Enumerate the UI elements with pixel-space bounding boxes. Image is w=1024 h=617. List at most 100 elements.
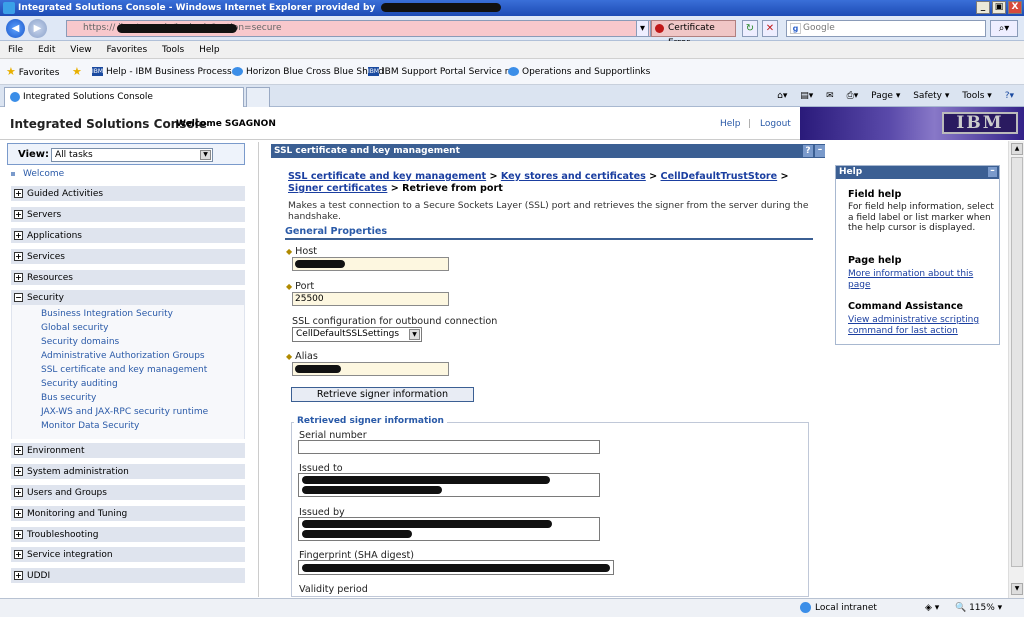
back-icon[interactable]: ◀: [6, 19, 25, 38]
protected-mode-icon[interactable]: ◈ ▾: [925, 599, 939, 617]
nav-group-services[interactable]: + Services: [11, 249, 245, 265]
search-placeholder: Google: [803, 23, 835, 33]
fav-link-ibm-support[interactable]: IBM IBM Support Portal Service r...: [368, 59, 516, 85]
nav-group-label: Services: [27, 252, 65, 262]
view-select[interactable]: All tasks ▼: [51, 148, 213, 162]
nav-item-ssl-certificate[interactable]: SSL certificate and key management: [41, 365, 207, 375]
main-panel: SSL certificate and key management ? – S…: [258, 142, 828, 597]
close-window-button[interactable]: X: [1008, 1, 1022, 14]
stop-icon[interactable]: ✕: [762, 20, 778, 37]
nav-group-label: UDDI: [27, 571, 51, 581]
zoom-level[interactable]: 🔍 115% ▾: [955, 599, 1002, 617]
help-pane-title: Help: [839, 167, 863, 177]
fav-link-ibm-help[interactable]: IBM Help - IBM Business Process...: [92, 59, 240, 85]
menu-file[interactable]: File: [8, 45, 23, 55]
scroll-up-icon[interactable]: ▲: [1011, 143, 1023, 155]
new-tab-button[interactable]: [246, 87, 270, 107]
add-favorite-icon[interactable]: ★: [72, 59, 82, 86]
url-dropdown-icon[interactable]: ▾: [636, 20, 649, 37]
retrieve-signer-button[interactable]: Retrieve signer information: [291, 387, 474, 402]
nav-group-applications[interactable]: + Applications: [11, 228, 245, 244]
mail-icon[interactable]: ✉: [826, 91, 834, 101]
menu-help[interactable]: Help: [199, 45, 220, 55]
favorites-button[interactable]: ★ Favorites: [6, 59, 59, 86]
nav-item-security-domains[interactable]: Security domains: [41, 337, 119, 347]
nav-item-admin-authorization-groups[interactable]: Administrative Authorization Groups: [41, 351, 205, 361]
forward-icon[interactable]: ▶: [28, 19, 47, 38]
refresh-icon[interactable]: ↻: [742, 20, 758, 37]
nav-group-guided-activities[interactable]: + Guided Activities: [11, 186, 245, 202]
certificate-error-button[interactable]: Certificate Error: [651, 20, 736, 48]
window-title: Integrated Solutions Console - Windows I…: [18, 3, 376, 13]
safety-menu[interactable]: Safety ▾: [913, 91, 949, 101]
fingerprint-field: [298, 560, 614, 575]
required-icon: ◆: [286, 352, 293, 361]
expand-icon: +: [14, 210, 23, 219]
redacted-issued-to: [302, 476, 550, 484]
nav-item-bus-security[interactable]: Bus security: [41, 393, 96, 403]
vertical-scrollbar[interactable]: ▲ ▼: [1008, 141, 1024, 598]
scroll-down-icon[interactable]: ▼: [1011, 583, 1023, 595]
nav-group-uddi[interactable]: + UDDI: [11, 568, 245, 584]
expand-icon: +: [14, 550, 23, 559]
nav-welcome-link[interactable]: Welcome: [11, 169, 64, 179]
nav-group-security[interactable]: − Security: [11, 290, 245, 306]
crumb-trust-store[interactable]: CellDefaultTrustStore: [661, 171, 778, 182]
expand-icon: +: [14, 509, 23, 518]
nav-item-monitor-data-security[interactable]: Monitor Data Security: [41, 421, 139, 431]
help-icon[interactable]: ?▾: [1005, 91, 1014, 101]
crumb-ssl-management[interactable]: SSL certificate and key management: [288, 171, 486, 182]
print-icon[interactable]: ⎙▾: [847, 91, 859, 101]
port-input[interactable]: 25500: [292, 292, 449, 306]
crumb-separator: >: [645, 171, 661, 182]
crumb-key-stores[interactable]: Key stores and certificates: [501, 171, 646, 182]
fav-link-horizon[interactable]: Horizon Blue Cross Blue Shield: [232, 59, 384, 85]
home-icon[interactable]: ⌂▾: [777, 91, 787, 101]
nav-item-business-integration-security[interactable]: Business Integration Security: [41, 309, 173, 319]
menu-view[interactable]: View: [70, 45, 91, 55]
nav-item-global-security[interactable]: Global security: [41, 323, 109, 333]
collapse-icon: −: [14, 293, 23, 302]
nav-item-jaxws-security[interactable]: JAX-WS and JAX-RPC security runtime: [41, 407, 208, 417]
feeds-icon[interactable]: ▤▾: [800, 91, 813, 101]
panel-header: SSL certificate and key management ? –: [271, 144, 825, 158]
nav-group-service-integration[interactable]: + Service integration: [11, 547, 245, 563]
menu-favorites[interactable]: Favorites: [106, 45, 147, 55]
help-minimize-icon[interactable]: –: [988, 167, 997, 177]
header-help-link[interactable]: Help: [720, 119, 741, 129]
panel-help-icon[interactable]: ?: [803, 145, 813, 157]
nav-group-monitoring-and-tuning[interactable]: + Monitoring and Tuning: [11, 506, 245, 522]
logout-link[interactable]: Logout: [760, 119, 791, 129]
search-input[interactable]: g Google: [786, 20, 986, 37]
url-input[interactable]: https:// ibm/console/login.do?action=sec…: [66, 20, 651, 37]
ssl-config-select[interactable]: CellDefaultSSLSettings ▼: [292, 327, 422, 342]
tab-integrated-solutions-console[interactable]: Integrated Solutions Console: [4, 87, 244, 107]
menu-tools[interactable]: Tools: [162, 45, 184, 55]
nav-group-servers[interactable]: + Servers: [11, 207, 245, 223]
nav-group-users-and-groups[interactable]: + Users and Groups: [11, 485, 245, 501]
crumb-signer-certificates[interactable]: Signer certificates: [288, 183, 387, 194]
maximize-button[interactable]: ▣: [992, 1, 1006, 14]
scroll-thumb[interactable]: [1011, 157, 1023, 567]
nav-group-resources[interactable]: + Resources: [11, 270, 245, 286]
alias-input[interactable]: [292, 362, 449, 376]
page-menu[interactable]: Page ▾: [871, 91, 900, 101]
minimize-button[interactable]: _: [976, 1, 990, 14]
nav-group-system-administration[interactable]: + System administration: [11, 464, 245, 480]
tools-menu[interactable]: Tools ▾: [962, 91, 992, 101]
redacted-issued-by: [302, 520, 552, 528]
ibm-favicon-icon: IBM: [92, 67, 104, 76]
command-assistance-link[interactable]: View administrative scripting command fo…: [848, 315, 998, 336]
nav-group-environment[interactable]: + Environment: [11, 443, 245, 459]
required-icon: ◆: [286, 282, 293, 291]
search-go-icon[interactable]: ⌕▾: [990, 20, 1018, 37]
nav-group-troubleshooting[interactable]: + Troubleshooting: [11, 527, 245, 543]
page-help-link[interactable]: More information about this page: [848, 269, 998, 290]
nav-welcome-label: Welcome: [23, 169, 65, 179]
menu-edit[interactable]: Edit: [38, 45, 55, 55]
host-input[interactable]: [292, 257, 449, 271]
nav-item-security-auditing[interactable]: Security auditing: [41, 379, 118, 389]
fav-link-operations[interactable]: Operations and Supportlinks: [508, 59, 650, 85]
panel-minimize-icon[interactable]: –: [815, 145, 825, 157]
page-help-heading: Page help: [848, 255, 902, 266]
